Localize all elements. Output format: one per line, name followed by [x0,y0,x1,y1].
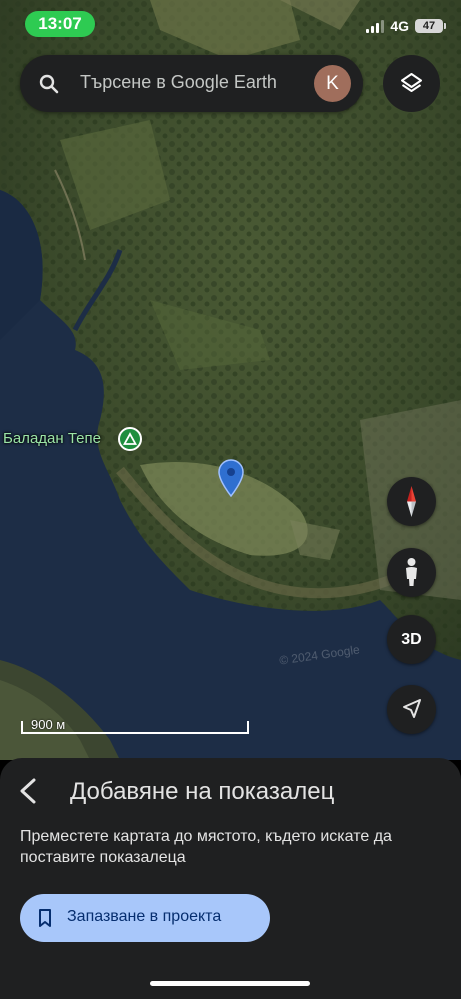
network-type: 4G [390,18,409,34]
scale-line [21,732,249,734]
scale-tick [247,721,249,734]
bottom-sheet: Добавяне на показалец Преместете картата… [0,758,461,999]
navigation-arrow-icon [403,699,421,718]
search-bar[interactable]: Търсене в Google Earth K [20,55,363,112]
view-3d-button[interactable]: 3D [387,615,436,664]
back-arrow-icon[interactable] [14,775,44,807]
save-button-label: Запазване в проекта [67,908,222,925]
layers-button[interactable] [383,55,440,112]
save-to-project-button[interactable]: Запазване в проекта [20,894,270,942]
status-bar: 13:07 4G 47 [0,0,461,48]
status-time: 13:07 [25,11,95,37]
compass-icon [407,486,416,517]
place-label[interactable]: Баладан Тепе [3,430,101,447]
compass-button[interactable] [387,477,436,526]
sheet-title: Добавяне на показалец [70,778,335,805]
status-indicators: 4G 47 [366,16,446,36]
triangle-icon [123,432,137,445]
battery-icon: 47 [415,19,446,33]
pegman-icon [406,558,417,586]
location-pin-icon[interactable] [217,459,245,497]
my-location-button[interactable] [387,685,436,734]
search-input[interactable]: Търсене в Google Earth [80,72,277,93]
signal-icon [366,19,385,33]
search-icon [39,74,59,94]
bookmark-icon [39,909,51,927]
trail-icon[interactable] [118,427,142,451]
scale-bar: 900 м [21,716,249,734]
street-view-button[interactable] [387,548,436,597]
sheet-description: Преместете картата до мястото, където ис… [20,828,392,866]
home-indicator[interactable] [150,981,310,986]
scale-label: 900 м [31,717,66,732]
avatar[interactable]: K [314,65,351,102]
layers-icon [401,73,422,92]
